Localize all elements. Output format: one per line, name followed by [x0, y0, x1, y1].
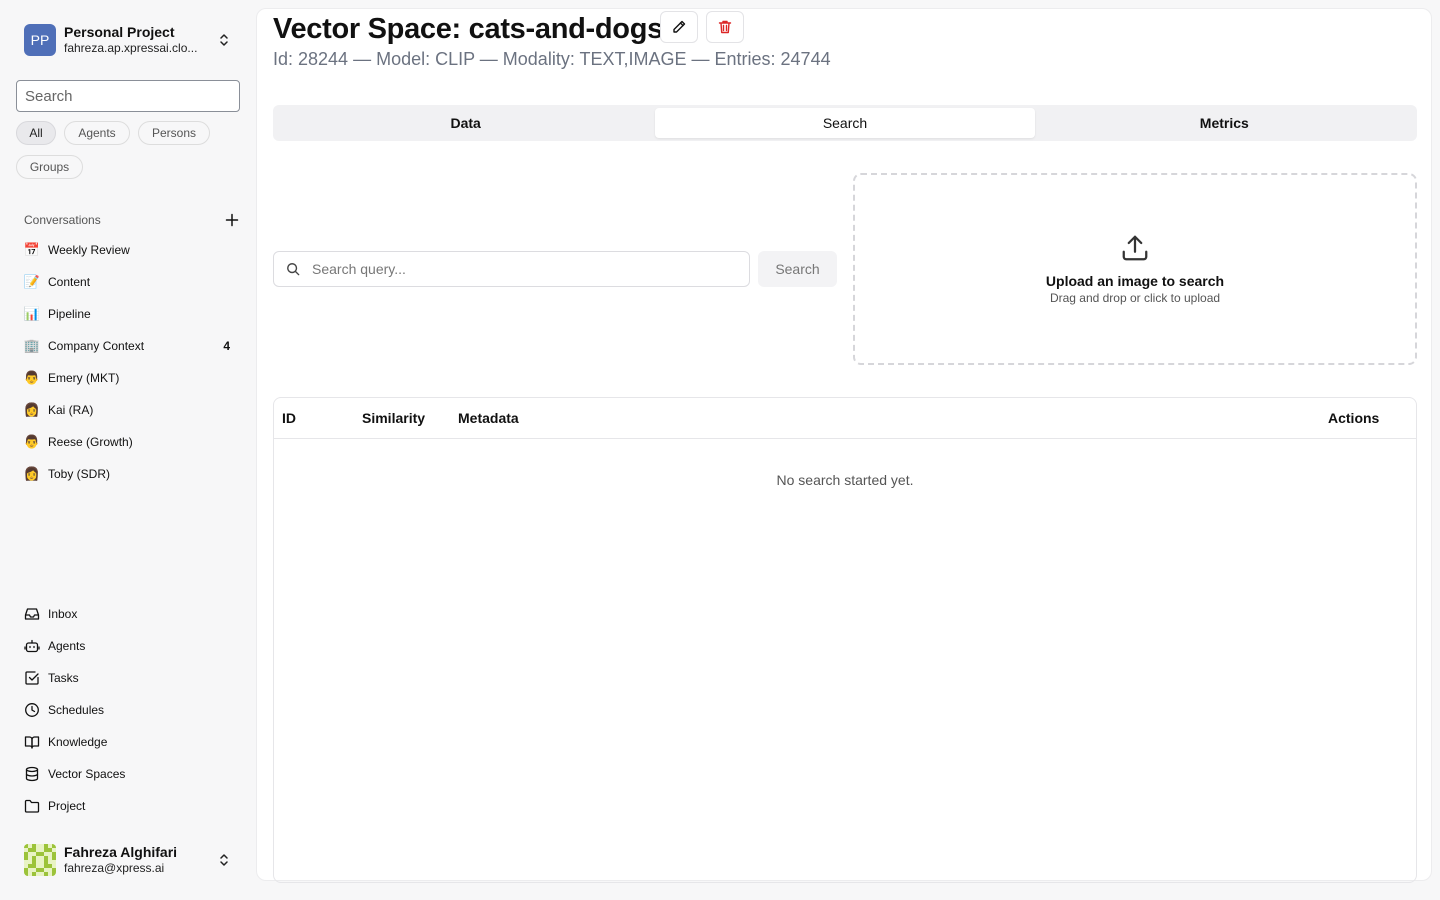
- project-name: Personal Project: [64, 24, 175, 40]
- conversation-label: Weekly Review: [48, 243, 130, 257]
- tab-bar: Data Search Metrics: [273, 105, 1417, 141]
- table-header-row: ID Similarity Metadata Actions: [274, 398, 1416, 439]
- inbox-icon: [24, 608, 40, 620]
- conversation-item-reese[interactable]: 👨 Reese (Growth): [16, 426, 240, 458]
- column-header-similarity: Similarity: [362, 410, 426, 426]
- memo-icon: 📝: [23, 274, 41, 289]
- conversation-list: 📅 Weekly Review 📝 Content 📊 Pipeline 🏢 C…: [16, 234, 240, 490]
- page-title: Vector Space: cats-and-dogs: [273, 13, 663, 45]
- chevrons-up-down-icon: [220, 854, 228, 866]
- column-header-actions: Actions: [1328, 410, 1380, 426]
- nav-item-tasks[interactable]: Tasks: [16, 662, 240, 694]
- tab-data[interactable]: Data: [276, 108, 655, 138]
- conversation-item-toby[interactable]: 👩 Toby (SDR): [16, 458, 240, 490]
- add-conversation-button[interactable]: [224, 212, 240, 228]
- person-avatar-icon: 👨: [23, 434, 41, 449]
- trash-icon: [718, 20, 732, 34]
- vector-space-details: Id: 28244 — Model: CLIP — Modality: TEXT…: [273, 49, 831, 69]
- conversation-item-emery[interactable]: 👨 Emery (MKT): [16, 362, 240, 394]
- tab-metrics[interactable]: Metrics: [1035, 108, 1414, 138]
- upload-subtitle: Drag and drop or click to upload: [1049, 291, 1221, 305]
- empty-results-message: No search started yet.: [776, 472, 914, 488]
- edit-button[interactable]: [660, 11, 698, 43]
- nav-label: Schedules: [48, 703, 105, 717]
- delete-button[interactable]: [706, 11, 744, 43]
- sidebar: PP Personal Project fahreza.ap.xpressai.…: [0, 0, 256, 900]
- nav-label: Vector Spaces: [48, 767, 126, 781]
- main-panel: Vector Space: cats-and-dogs Id: 28244 — …: [256, 8, 1432, 883]
- nav-item-vector-spaces[interactable]: Vector Spaces: [16, 758, 240, 790]
- unread-count-badge: 4: [223, 339, 230, 353]
- conversation-label: Company Context: [48, 339, 145, 353]
- search-icon: [287, 263, 300, 276]
- conversation-item-content[interactable]: 📝 Content: [16, 266, 240, 298]
- user-avatar: [24, 844, 56, 876]
- filter-chip-agents[interactable]: Agents: [64, 121, 130, 145]
- conversations-title: Conversations: [24, 213, 101, 227]
- filter-chip-persons[interactable]: Persons: [138, 121, 210, 145]
- conversation-item-weekly-review[interactable]: 📅 Weekly Review: [16, 234, 240, 266]
- pencil-icon: [673, 20, 686, 33]
- sidebar-search-input[interactable]: [16, 80, 240, 112]
- column-header-id: ID: [282, 410, 296, 426]
- person-avatar-icon: 👩: [23, 402, 41, 417]
- clock-icon: [25, 703, 39, 717]
- filter-chip-all[interactable]: All: [16, 121, 56, 145]
- nav-item-agents[interactable]: Agents: [16, 630, 240, 662]
- nav-label: Agents: [48, 639, 86, 653]
- tab-search[interactable]: Search: [655, 108, 1035, 138]
- conversation-label: Emery (MKT): [48, 371, 120, 385]
- conversation-item-kai[interactable]: 👩 Kai (RA): [16, 394, 240, 426]
- user-switcher[interactable]: Fahreza Alghifari fahreza@xpress.ai: [16, 836, 240, 884]
- search-query-input[interactable]: [312, 261, 737, 277]
- person-avatar-icon: 👩: [23, 466, 41, 481]
- nav-label: Project: [48, 799, 86, 813]
- nav-label: Knowledge: [48, 735, 108, 749]
- conversation-item-company-context[interactable]: 🏢 Company Context 4: [16, 330, 240, 362]
- nav-item-inbox[interactable]: Inbox: [16, 598, 240, 630]
- nav-label: Inbox: [48, 607, 78, 621]
- folder-icon: [24, 799, 40, 813]
- chevrons-up-down-icon: [220, 34, 228, 46]
- nav-item-schedules[interactable]: Schedules: [16, 694, 240, 726]
- person-avatar-icon: 👨: [23, 370, 41, 385]
- bot-icon: [24, 639, 40, 653]
- project-avatar: PP: [24, 24, 56, 56]
- nav-item-knowledge[interactable]: Knowledge: [16, 726, 240, 758]
- user-name: Fahreza Alghifari: [64, 844, 178, 860]
- calendar-icon: 📅: [23, 242, 41, 257]
- conversation-label: Content: [48, 275, 91, 289]
- conversation-item-pipeline[interactable]: 📊 Pipeline: [16, 298, 240, 330]
- main-nav: Inbox Agents Tasks Schedules Knowledge V…: [16, 598, 240, 822]
- search-query-field[interactable]: [273, 251, 750, 287]
- office-building-icon: 🏢: [23, 338, 41, 353]
- project-switcher[interactable]: PP Personal Project fahreza.ap.xpressai.…: [16, 16, 240, 64]
- project-account: fahreza.ap.xpressai.clo...: [64, 41, 198, 55]
- conversations-header: Conversations: [24, 210, 240, 230]
- user-email: fahreza@xpress.ai: [64, 861, 165, 875]
- column-header-metadata: Metadata: [458, 410, 519, 426]
- search-button[interactable]: Search: [758, 251, 837, 287]
- conversation-label: Reese (Growth): [48, 435, 133, 449]
- nav-label: Tasks: [48, 671, 79, 685]
- upload-icon: [1122, 235, 1148, 261]
- results-table: ID Similarity Metadata Actions No search…: [273, 397, 1417, 883]
- checkbox-icon: [25, 671, 39, 685]
- image-upload-dropzone[interactable]: Upload an image to search Drag and drop …: [853, 173, 1417, 365]
- filter-chip-groups[interactable]: Groups: [16, 155, 83, 179]
- conversation-label: Toby (SDR): [48, 467, 111, 481]
- conversation-label: Pipeline: [48, 307, 91, 321]
- upload-title: Upload an image to search: [1045, 273, 1225, 289]
- nav-item-project[interactable]: Project: [16, 790, 240, 822]
- plus-icon: [225, 213, 239, 227]
- database-icon: [25, 766, 39, 782]
- book-open-icon: [24, 736, 40, 749]
- bar-chart-icon: 📊: [23, 306, 41, 321]
- conversation-label: Kai (RA): [48, 403, 94, 417]
